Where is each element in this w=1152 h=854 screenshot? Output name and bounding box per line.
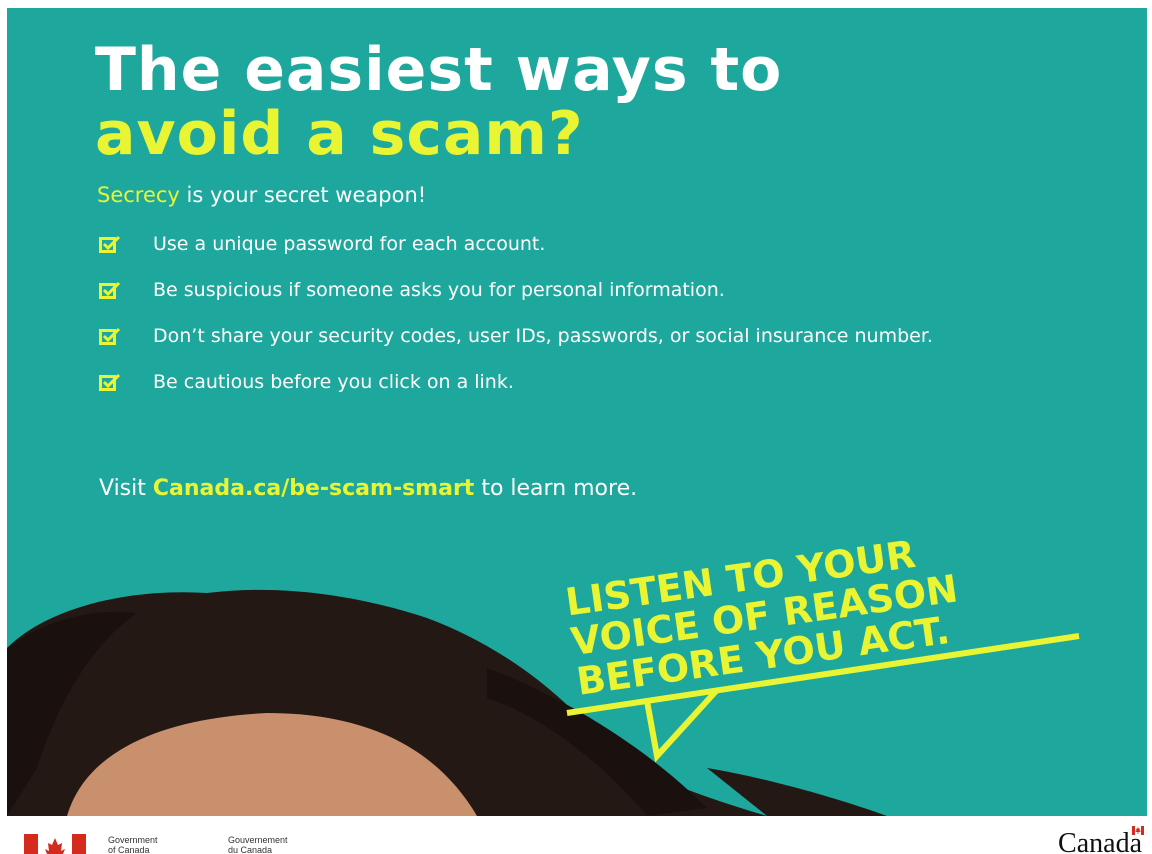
poster: The easiest ways to avoid a scam? Secrec… bbox=[7, 8, 1147, 816]
gov-english-line-1: Government bbox=[108, 835, 158, 845]
gov-french-line-1: Gouvernement bbox=[228, 835, 288, 845]
speech-bubble-icon bbox=[566, 633, 1080, 763]
gov-french-line-2: du Canada bbox=[228, 845, 273, 854]
canada-wordmark: Canada bbox=[1058, 828, 1142, 854]
gov-french: Gouvernement du Canada bbox=[228, 835, 288, 854]
gov-english: Government of Canada bbox=[108, 835, 158, 854]
footer: Government of Canada Gouvernement du Can… bbox=[0, 816, 1152, 854]
gov-english-line-2: of Canada bbox=[108, 845, 150, 854]
canada-flag-icon bbox=[24, 834, 86, 854]
wordmark-flag-icon bbox=[1132, 826, 1144, 835]
